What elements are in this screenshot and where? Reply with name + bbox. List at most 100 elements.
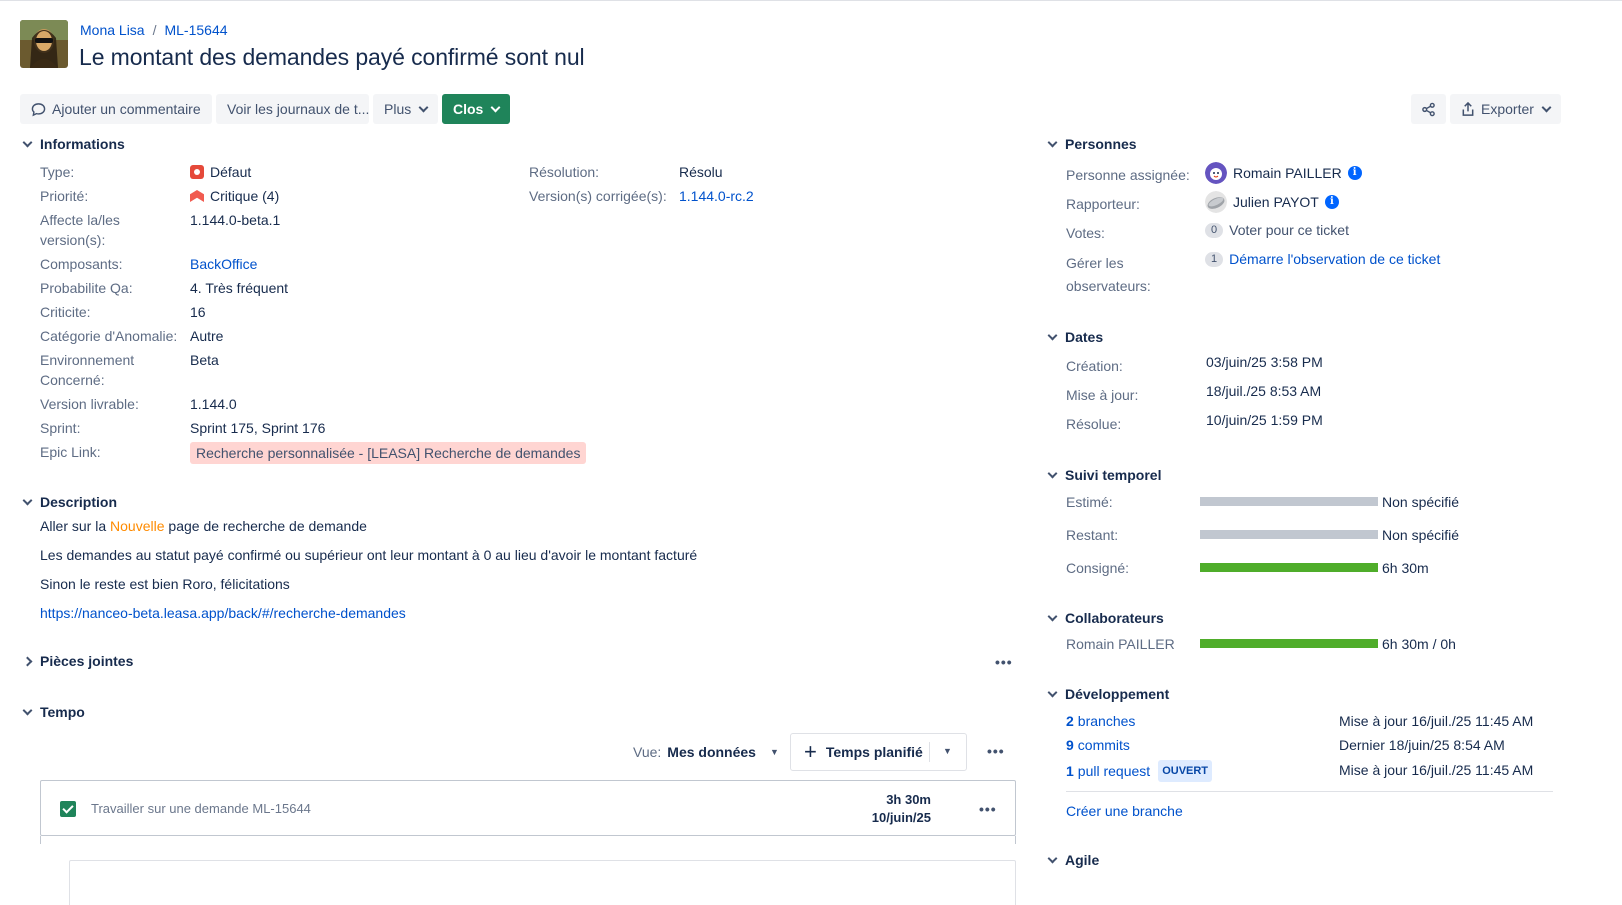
resolution-label: Résolution:	[529, 164, 600, 180]
collaborators-section-toggle[interactable]: Collaborateurs	[1047, 610, 1164, 626]
caret-down-icon[interactable]: ▼	[943, 746, 952, 756]
commits-link[interactable]: 9 commits	[1066, 735, 1130, 755]
priority-critical-icon	[190, 190, 204, 202]
worklog-next-card	[69, 860, 1016, 905]
vote-link[interactable]: Voter pour ce ticket	[1229, 220, 1349, 240]
criticite-label: Criticite:	[40, 304, 91, 320]
assignee-value[interactable]: Romain PAILLER i	[1205, 162, 1362, 184]
estimated-label: Estimé:	[1066, 494, 1113, 510]
epic-link-tag[interactable]: Recherche personnalisée - [LEASA] Recher…	[190, 442, 587, 464]
branches-link[interactable]: 2 branches	[1066, 711, 1135, 731]
info-icon[interactable]: i	[1324, 195, 1339, 209]
worklog-card: Travailler sur une demande ML-15644 3h 3…	[40, 780, 1016, 836]
tempo-view-selector[interactable]: Vue: Mes données ▼	[633, 742, 779, 762]
collaborator-name: Romain PAILLER	[1066, 636, 1175, 652]
worklog-checkbox[interactable]	[60, 801, 76, 817]
description-line-1-start: Aller sur la	[40, 518, 111, 534]
fix-version-link[interactable]: 1.144.0-rc.2	[679, 186, 754, 206]
agile-heading: Agile	[1065, 852, 1100, 868]
collaborator-bar-fill	[1200, 639, 1378, 648]
commits-label: commits	[1077, 737, 1130, 753]
sprint-value[interactable]: Sprint 175, Sprint 176	[190, 418, 325, 438]
chevron-right-icon	[22, 656, 33, 666]
share-button[interactable]	[1411, 94, 1446, 124]
chevron-down-icon	[1047, 137, 1058, 147]
priority-value: Critique (4)	[190, 186, 279, 206]
breadcrumb-separator: /	[152, 22, 157, 38]
planned-time-button[interactable]: + Temps planifié ▼	[790, 733, 967, 771]
reporter-value[interactable]: Julien PAYOT i	[1205, 191, 1339, 213]
sprint-label: Sprint:	[40, 420, 81, 436]
page-title[interactable]: Le montant des demandes payé confirmé so…	[79, 44, 585, 71]
development-section-toggle[interactable]: Développement	[1047, 686, 1169, 702]
worklog-date: 10/juin/25	[871, 810, 931, 825]
chevron-down-icon	[1047, 611, 1058, 621]
pr-status-lozenge: OUVERT	[1158, 760, 1213, 782]
details-heading: Informations	[40, 136, 125, 152]
attachments-more-icon[interactable]: •••	[995, 655, 1013, 669]
resolution-value: Résolu	[679, 164, 723, 180]
info-icon[interactable]: i	[1347, 166, 1362, 180]
proba-label: Probabilite Qa:	[40, 280, 133, 296]
resolved-label: Résolue:	[1066, 416, 1122, 432]
worklog-more-icon[interactable]: •••	[979, 802, 997, 816]
votes-label: Votes:	[1066, 225, 1105, 241]
attachments-section-toggle[interactable]: Pièces jointes	[22, 653, 133, 669]
branches-label: branches	[1077, 713, 1136, 729]
view-logs-button[interactable]: Voir les journaux de t...	[216, 94, 369, 124]
project-avatar[interactable]	[20, 20, 68, 68]
collaborator-bar-track	[1200, 639, 1378, 648]
type-value: Défaut	[190, 162, 251, 182]
category-value: Autre	[190, 328, 224, 344]
details-section-toggle[interactable]: Informations	[22, 136, 125, 152]
breadcrumb-project[interactable]: Mona Lisa	[80, 22, 145, 38]
chevron-down-icon	[22, 705, 33, 715]
pull-request-link[interactable]: 1 pull request OUVERT	[1066, 760, 1213, 782]
commits-count: 9	[1066, 737, 1074, 753]
chevron-down-icon	[1047, 687, 1058, 697]
view-logs-label: Voir les journaux de t...	[227, 101, 370, 117]
more-label: Plus	[384, 101, 412, 117]
tempo-more-icon[interactable]: •••	[987, 744, 1005, 758]
branches-status: Mise à jour 16/juil./25 11:45 AM	[1339, 713, 1534, 729]
description-line-3: Sinon le reste est bien Roro, félicitati…	[40, 576, 290, 592]
assignee-avatar	[1205, 162, 1227, 184]
updated-value: 18/juil./25 8:53 AM	[1206, 383, 1322, 399]
export-icon	[1462, 101, 1474, 116]
worklog-meta: 3h 30m 10/juin/25	[872, 791, 931, 827]
description-link[interactable]: https://nanceo-beta.leasa.app/back/#/rec…	[40, 605, 406, 621]
dates-section-toggle[interactable]: Dates	[1047, 329, 1103, 345]
time-tracking-section-toggle[interactable]: Suivi temporel	[1047, 467, 1161, 483]
people-heading: Personnes	[1065, 136, 1137, 152]
release-value: 1.144.0	[190, 396, 237, 412]
epic-label: Epic Link:	[40, 444, 101, 460]
chevron-down-icon	[1541, 102, 1552, 112]
reporter-avatar	[1205, 191, 1227, 213]
affects-value: 1.144.0-beta.1	[190, 212, 281, 228]
votes-value: 0 Voter pour ce ticket	[1205, 220, 1349, 240]
tempo-section-toggle[interactable]: Tempo	[22, 704, 85, 720]
add-comment-button[interactable]: Ajouter un commentaire	[20, 94, 212, 124]
development-divider	[1066, 791, 1553, 792]
reporter-label: Rapporteur:	[1066, 196, 1140, 212]
share-icon	[1422, 102, 1435, 116]
description-section-toggle[interactable]: Description	[22, 494, 117, 510]
export-button[interactable]: Exporter	[1450, 94, 1561, 124]
description-colored-word: Nouvelle	[110, 518, 165, 534]
collaborator-value: 6h 30m / 0h	[1382, 636, 1456, 652]
create-branch-link[interactable]: Créer une branche	[1066, 801, 1183, 821]
more-button[interactable]: Plus	[373, 94, 439, 124]
pr-label: pull request	[1077, 763, 1151, 779]
agile-section-toggle[interactable]: Agile	[1047, 852, 1100, 868]
chevron-down-icon	[418, 102, 429, 112]
epic-value: Recherche personnalisée - [LEASA] Recher…	[190, 442, 587, 464]
breadcrumb-issue-key[interactable]: ML-15644	[164, 22, 227, 38]
category-label: Catégorie d'Anomalie:	[40, 328, 178, 344]
logged-value: 6h 30m	[1382, 560, 1429, 576]
people-section-toggle[interactable]: Personnes	[1047, 136, 1137, 152]
watch-link[interactable]: Démarre l'observation de ce ticket	[1229, 249, 1440, 269]
status-button[interactable]: Clos	[442, 94, 511, 124]
comment-icon	[31, 102, 46, 116]
components-link[interactable]: BackOffice	[190, 254, 257, 274]
type-text: Défaut	[210, 164, 252, 180]
